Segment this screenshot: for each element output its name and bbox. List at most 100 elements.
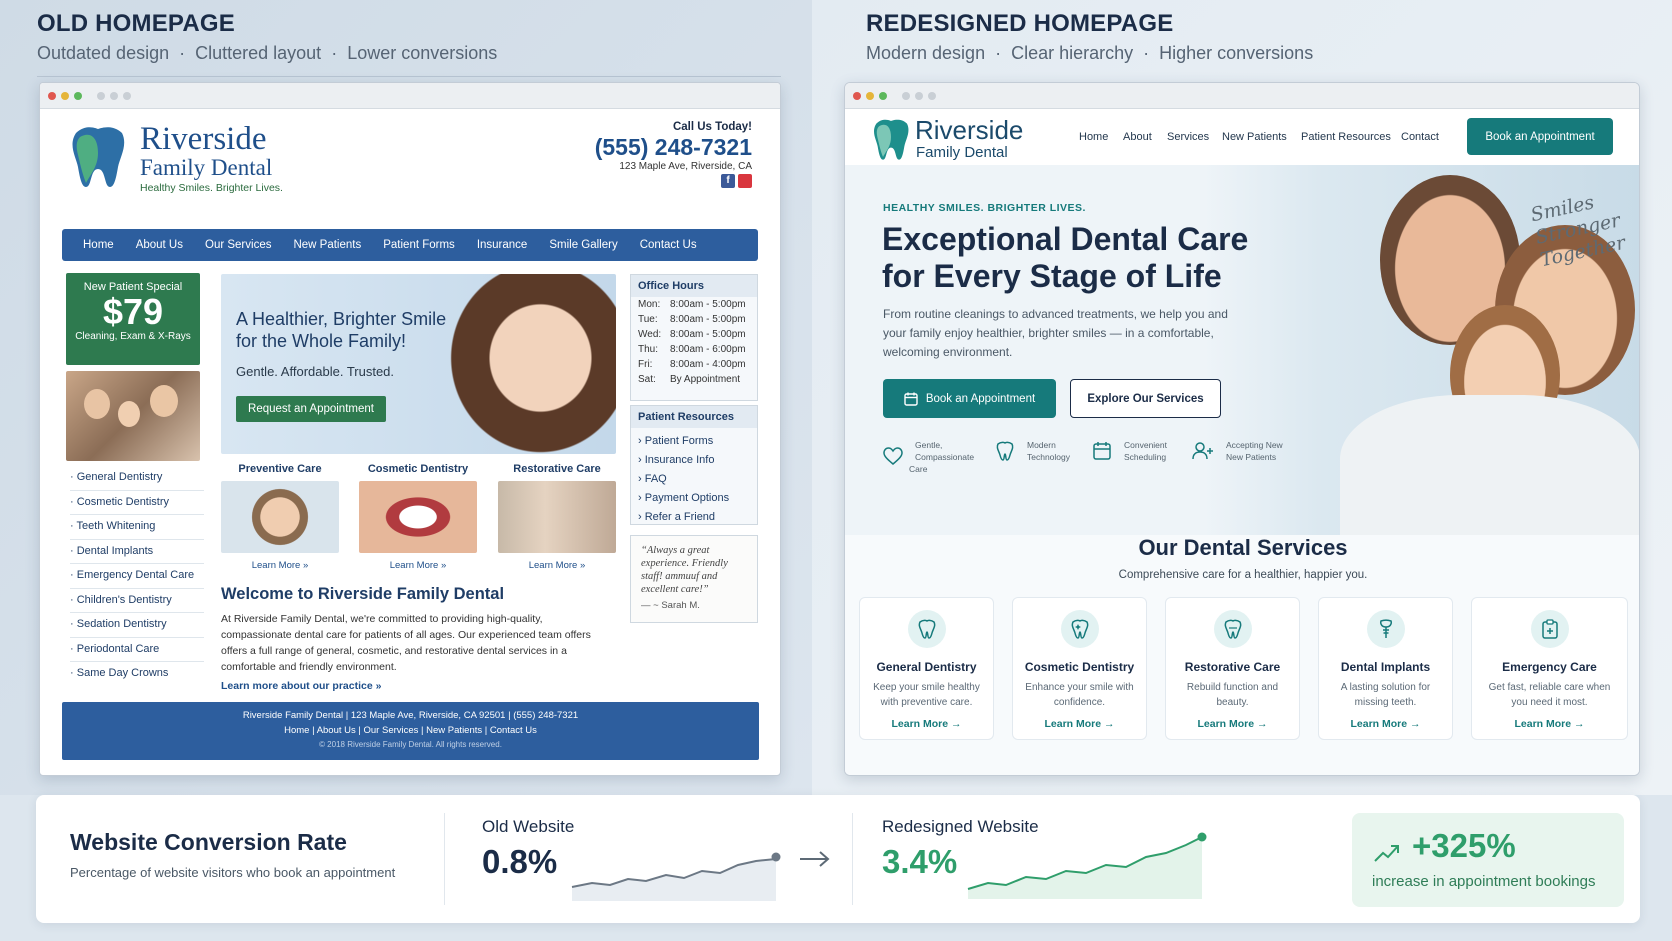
maximize-dot-icon[interactable]	[879, 91, 887, 100]
hours-day: Mon:	[638, 299, 661, 310]
old-website-value: 0.8%	[482, 843, 558, 880]
resource-link[interactable]: › FAQ	[638, 469, 757, 488]
old-service-item[interactable]: · Teeth Whitening	[70, 515, 204, 540]
new-logo-line2[interactable]: Family Dental	[916, 144, 1008, 161]
hours-time: 8:00am - 5:00pm	[670, 299, 746, 310]
special-desc: Cleaning, Exam & X-Rays	[75, 331, 191, 342]
old-nav-services[interactable]: Our Services	[205, 239, 271, 251]
service-learn-more-link[interactable]: Learn More →	[860, 718, 993, 730]
old-nav-new-patients[interactable]: New Patients	[293, 239, 361, 251]
old-logo-line2[interactable]: Family Dental	[140, 155, 272, 181]
service-learn-more-link[interactable]: Learn More →	[1472, 718, 1627, 730]
hero-woman-photo	[436, 274, 616, 454]
old-service-item[interactable]: · Emergency Dental Care	[70, 564, 204, 589]
service-card-restorative[interactable]: Restorative Care Rebuild function and be…	[1165, 597, 1300, 740]
divider	[852, 813, 853, 905]
new-nav-about[interactable]: About	[1123, 131, 1152, 143]
child-photo	[221, 481, 339, 553]
hours-time: By Appointment	[670, 374, 741, 385]
family-photo	[66, 371, 200, 461]
service-learn-more-link[interactable]: Learn More →	[1013, 718, 1146, 730]
old-sparkline	[571, 852, 781, 901]
old-nav-gallery[interactable]: Smile Gallery	[549, 239, 617, 251]
resource-link[interactable]: › Insurance Info	[638, 450, 757, 469]
facebook-icon[interactable]: f	[721, 174, 735, 188]
old-nav-patient-forms[interactable]: Patient Forms	[383, 239, 455, 251]
old-nav-insurance[interactable]: Insurance	[477, 239, 528, 251]
old-service-item[interactable]: · Same Day Crowns	[70, 662, 204, 687]
tooth-logo-icon	[72, 127, 125, 187]
request-appointment-button[interactable]: Request an Appointment	[236, 396, 386, 422]
maximize-dot-icon[interactable]	[74, 91, 82, 100]
old-logo-line1[interactable]: Riverside	[140, 121, 266, 158]
users-icon	[1192, 442, 1213, 460]
phone-number[interactable]: (555) 248-7321	[595, 134, 752, 161]
welcome-body: At Riverside Family Dental, we're commit…	[221, 613, 591, 673]
new-logo-line1[interactable]: Riverside	[915, 115, 1023, 146]
card-learn-more-link[interactable]: Learn More »	[498, 560, 616, 571]
arrow-right-icon	[800, 851, 830, 867]
old-service-item[interactable]: · Sedation Dentistry	[70, 613, 204, 638]
card-learn-more-link[interactable]: Learn More »	[359, 560, 477, 571]
new-nav-patient-resources[interactable]: Patient Resources	[1301, 131, 1391, 143]
service-learn-more-link[interactable]: Learn More →	[1166, 718, 1299, 730]
close-dot-icon[interactable]	[48, 91, 56, 100]
old-heading: OLD HOMEPAGE	[37, 10, 235, 37]
hero-book-appointment-button[interactable]: Book an Appointment	[883, 379, 1056, 418]
old-service-item[interactable]: · Periodontal Care	[70, 638, 204, 662]
minimize-dot-icon[interactable]	[866, 91, 874, 100]
old-service-item[interactable]: · Children's Dentistry	[70, 589, 204, 613]
old-nav-contact[interactable]: Contact Us	[640, 239, 697, 251]
old-service-item[interactable]: · General Dentistry	[70, 466, 204, 491]
hours-time: 8:00am - 6:00pm	[670, 344, 746, 355]
new-sparkline	[967, 832, 1207, 899]
testimonial-quote: “Always a great experience. Friendly sta…	[641, 545, 728, 595]
new-nav-services[interactable]: Services	[1167, 131, 1209, 143]
old-nav-home[interactable]: Home	[83, 239, 114, 251]
resource-link[interactable]: › Patient Forms	[638, 431, 757, 450]
old-nav-about[interactable]: About Us	[136, 239, 183, 251]
restore-tooth-icon	[1224, 619, 1241, 639]
service-card-cosmetic[interactable]: Cosmetic Dentistry Enhance your smile wi…	[1012, 597, 1147, 740]
new-nav-home[interactable]: Home	[1079, 131, 1108, 143]
resource-link[interactable]: › Payment Options	[638, 488, 757, 507]
service-learn-more-link[interactable]: Learn More →	[1319, 718, 1452, 730]
instagram-icon[interactable]	[738, 174, 752, 188]
service-card-emergency[interactable]: Emergency Care Get fast, reliable care w…	[1471, 597, 1628, 740]
footer-links[interactable]: Home | About Us | Our Services | New Pat…	[62, 725, 759, 736]
old-website-label: Old Website	[482, 817, 575, 836]
special-price: $79	[102, 291, 164, 332]
explore-services-button[interactable]: Explore Our Services	[1070, 379, 1221, 418]
lift-card: +325% increase in appointment bookings	[1352, 813, 1624, 907]
hours-day: Tue:	[638, 314, 658, 325]
conversion-panel: Website Conversion Rate Percentage of we…	[36, 795, 1640, 923]
welcome-title: Welcome to Riverside Family Dental	[221, 585, 505, 603]
footer-line: Riverside Family Dental | 123 Maple Ave,…	[242, 710, 579, 721]
smile-photo	[359, 481, 477, 553]
resource-link[interactable]: › Refer a Friend	[638, 507, 757, 526]
old-service-item[interactable]: · Dental Implants	[70, 540, 204, 564]
hours-row: Mon: 8:00am - 5:00pm	[638, 297, 746, 312]
service-title: Cosmetic Dentistry	[1024, 660, 1135, 674]
old-footer: Riverside Family Dental | 123 Maple Ave,…	[62, 702, 759, 760]
old-nav-bar: Home About Us Our Services New Patients …	[62, 229, 758, 261]
header-book-appointment-button[interactable]: Book an Appointment	[1467, 118, 1613, 155]
footer-copyright: © 2018 Riverside Family Dental. All righ…	[319, 740, 502, 749]
calendar-icon	[904, 392, 918, 406]
new-nav-new-patients[interactable]: New Patients	[1222, 131, 1287, 143]
minimize-dot-icon[interactable]	[61, 91, 69, 100]
learn-more-practice-link[interactable]: Learn more about our practice »	[221, 680, 616, 692]
new-nav-contact[interactable]: Contact	[1401, 131, 1439, 143]
tooth-icon	[918, 619, 935, 639]
service-card-implants[interactable]: Dental Implants A lasting solution for m…	[1318, 597, 1453, 740]
close-dot-icon[interactable]	[853, 91, 861, 100]
hero-title: Exceptional Dental Care for Every Stage o…	[882, 221, 1249, 294]
new-patient-special[interactable]: New Patient Special $79 Cleaning, Exam &…	[66, 273, 200, 365]
old-service-item[interactable]: · Cosmetic Dentistry	[70, 491, 204, 515]
conversion-sub: Percentage of website visitors who book …	[70, 865, 396, 880]
card-learn-more-link[interactable]: Learn More »	[221, 560, 339, 571]
service-desc: Enhance your smile with confidence.	[1025, 682, 1134, 708]
hours-row: Fri: 8:00am - 4:00pm	[638, 357, 746, 372]
service-card-general[interactable]: General Dentistry Keep your smile health…	[859, 597, 994, 740]
new-heading: REDESIGNED HOMEPAGE	[866, 10, 1174, 37]
